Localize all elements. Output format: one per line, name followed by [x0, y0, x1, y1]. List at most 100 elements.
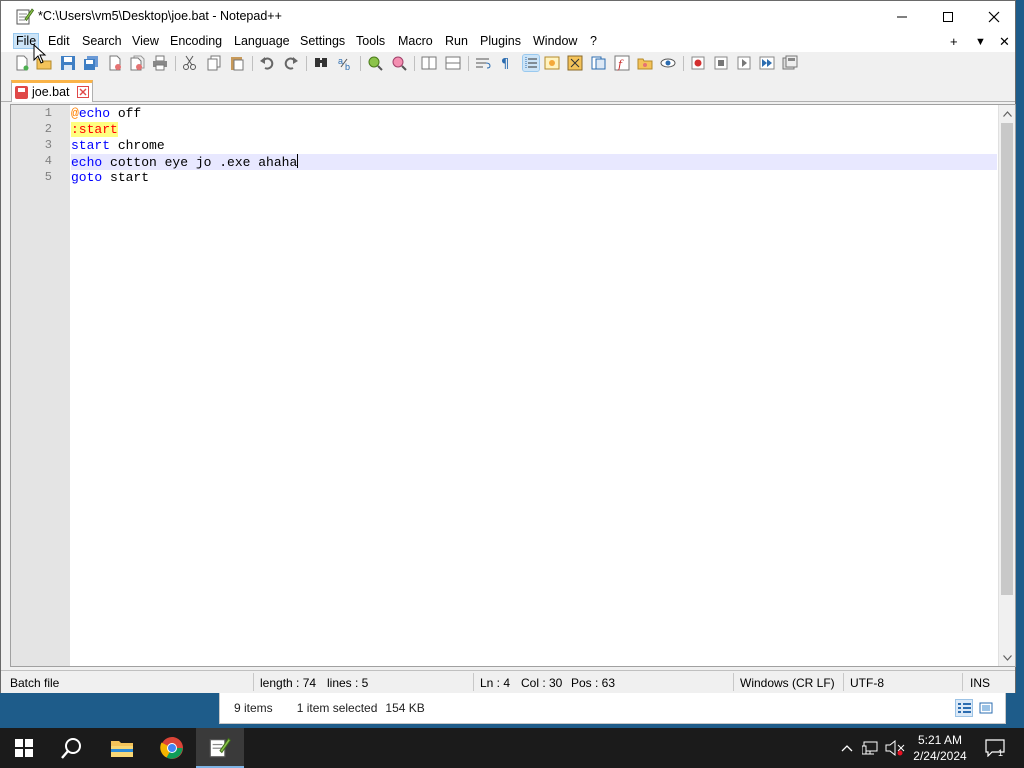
- code-area[interactable]: @echo off:start start chrome echo cotton e…: [71, 105, 997, 666]
- notification-center-button[interactable]: 1: [980, 728, 1010, 768]
- tab-label: joe.bat: [32, 85, 70, 99]
- tab-joe-bat[interactable]: joe.bat: [11, 80, 93, 102]
- line-number: 5: [44, 170, 52, 184]
- function-list-icon[interactable]: f: [614, 55, 630, 71]
- notepad-plus-plus-taskbar-button[interactable]: [196, 728, 244, 768]
- line-number: 3: [44, 138, 52, 152]
- vertical-scrollbar[interactable]: [998, 105, 1015, 666]
- code-line[interactable]: @echo off: [71, 106, 141, 122]
- scrollbar-thumb[interactable]: [1001, 123, 1013, 595]
- code-line[interactable]: goto start: [71, 170, 149, 186]
- status-line: Ln : 4: [480, 676, 511, 690]
- redo-icon[interactable]: [283, 55, 299, 71]
- title-bar[interactable]: *C:\Users\vm5\Desktop\joe.bat - Notepad+…: [1, 1, 1015, 32]
- menu-help[interactable]: ?: [588, 34, 599, 48]
- status-divider: [253, 673, 254, 691]
- new-file-icon[interactable]: [14, 55, 30, 71]
- undo-icon[interactable]: [259, 55, 275, 71]
- mouse-pointer-icon: [33, 44, 47, 64]
- status-divider: [733, 673, 734, 691]
- print-icon[interactable]: [152, 55, 168, 71]
- replace-icon[interactable]: ab: [337, 55, 353, 71]
- scroll-up-arrow-icon[interactable]: [999, 105, 1016, 122]
- toolbar-separator: [468, 56, 469, 71]
- paste-icon[interactable]: [229, 55, 245, 71]
- code-line[interactable]: start chrome: [71, 138, 165, 154]
- code-token: cotton eye jo .exe ahaha: [102, 155, 298, 170]
- close-document-icon[interactable]: ✕: [999, 34, 1010, 50]
- menu-settings[interactable]: Settings: [298, 34, 347, 48]
- scroll-down-arrow-icon[interactable]: [999, 649, 1016, 666]
- menu-view[interactable]: View: [130, 34, 161, 48]
- show-all-characters-icon[interactable]: ¶: [498, 55, 514, 71]
- menu-encoding[interactable]: Encoding: [168, 34, 224, 48]
- macro-save-icon[interactable]: [782, 55, 798, 71]
- macro-stop-icon[interactable]: [713, 55, 729, 71]
- editor-pane[interactable]: 12345 @echo off:start start chrome echo co…: [10, 104, 1016, 667]
- new-tab-icon[interactable]: +: [950, 34, 958, 49]
- sync-horizontal-scroll-icon[interactable]: [445, 55, 461, 71]
- menu-search[interactable]: Search: [80, 34, 124, 48]
- code-token: start: [71, 138, 111, 153]
- close-file-icon[interactable]: [107, 55, 123, 71]
- status-eol-format[interactable]: Windows (CR LF): [740, 676, 835, 690]
- zoom-in-icon[interactable]: [367, 55, 383, 71]
- notepad-plus-plus-icon: [16, 8, 34, 25]
- toolbar-separator: [252, 56, 253, 71]
- code-token: goto: [71, 170, 103, 185]
- status-divider: [843, 673, 844, 691]
- cut-icon[interactable]: [182, 55, 198, 71]
- menu-macro[interactable]: Macro: [396, 34, 435, 48]
- menu-tools[interactable]: Tools: [354, 34, 387, 48]
- status-encoding[interactable]: UTF-8: [850, 676, 884, 690]
- code-token: start: [102, 170, 150, 185]
- details-view-icon[interactable]: [955, 699, 973, 717]
- minimize-button[interactable]: [879, 1, 925, 32]
- start-button[interactable]: [0, 728, 48, 768]
- close-all-icon[interactable]: [129, 55, 145, 71]
- folder-as-workspace-icon[interactable]: [637, 55, 653, 71]
- code-line[interactable]: echo cotton eye jo .exe ahaha: [71, 154, 997, 170]
- indent-guide-icon[interactable]: [522, 54, 540, 72]
- code-token: off: [110, 106, 142, 121]
- large-icons-view-icon[interactable]: [977, 699, 995, 717]
- network-button[interactable]: [860, 728, 882, 768]
- menu-plugins[interactable]: Plugins: [478, 34, 523, 48]
- file-explorer-button[interactable]: [98, 728, 146, 768]
- document-map-icon[interactable]: [567, 55, 583, 71]
- sync-vertical-scroll-icon[interactable]: [421, 55, 437, 71]
- clock[interactable]: 5:21 AM 2/24/2024: [905, 732, 975, 764]
- status-insert-mode[interactable]: INS: [970, 676, 990, 690]
- menu-edit[interactable]: Edit: [46, 34, 72, 48]
- macro-record-icon[interactable]: [690, 55, 706, 71]
- save-all-icon[interactable]: [83, 55, 99, 71]
- line-number-gutter[interactable]: 1 2 3 4 5: [11, 105, 70, 666]
- volume-button[interactable]: [884, 728, 906, 768]
- explorer-selection-count: 1 item selected: [296, 701, 378, 715]
- save-icon[interactable]: [60, 55, 76, 71]
- search-button[interactable]: [48, 728, 96, 768]
- show-hidden-icons-button[interactable]: [838, 728, 856, 768]
- maximize-button[interactable]: [925, 1, 971, 32]
- status-length: length : 74: [260, 676, 317, 690]
- chrome-button[interactable]: [148, 728, 196, 768]
- zoom-out-icon[interactable]: [391, 55, 407, 71]
- close-button[interactable]: [971, 1, 1017, 32]
- document-list-icon[interactable]: [591, 55, 607, 71]
- menu-run[interactable]: Run: [443, 34, 470, 48]
- code-token: echo: [78, 106, 111, 121]
- status-divider: [962, 673, 963, 691]
- macro-play-icon[interactable]: [736, 55, 752, 71]
- menu-language[interactable]: Language: [232, 34, 292, 48]
- code-line[interactable]: :start: [71, 122, 118, 138]
- monitoring-icon[interactable]: [660, 55, 676, 71]
- close-tab-icon[interactable]: [77, 86, 89, 98]
- define-language-icon[interactable]: [544, 55, 560, 71]
- tab-list-icon[interactable]: ▼: [975, 36, 986, 48]
- copy-icon[interactable]: [206, 55, 222, 71]
- macro-run-multiple-icon[interactable]: [759, 55, 775, 71]
- menu-window[interactable]: Window: [531, 34, 579, 48]
- status-position: Pos : 63: [571, 676, 616, 690]
- find-icon[interactable]: [313, 55, 329, 71]
- word-wrap-icon[interactable]: [475, 55, 491, 71]
